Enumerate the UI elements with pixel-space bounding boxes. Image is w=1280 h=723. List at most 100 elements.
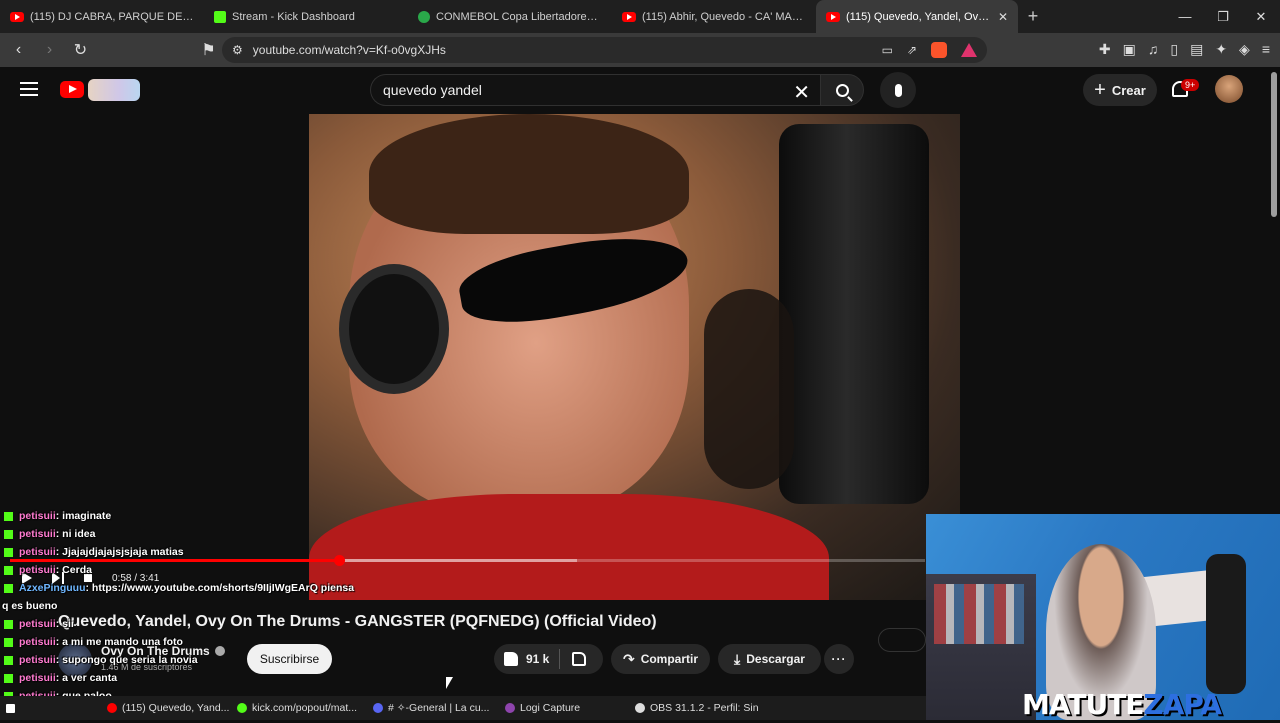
reload-icon[interactable]: ↻ xyxy=(68,40,93,60)
kick-badge-icon xyxy=(4,583,13,593)
voice-search-button[interactable] xyxy=(880,72,916,108)
chat-username: petisuii xyxy=(19,528,56,540)
url-field[interactable]: ⚙ youtube.com/watch?v=Kf-o0vgXJHs ▭ ⇗ xyxy=(222,37,987,63)
vpn-icon[interactable]: ◈ xyxy=(1239,41,1250,58)
close-tab-icon[interactable]: ✕ xyxy=(998,10,1008,24)
create-button[interactable]: + Crear xyxy=(1083,74,1157,106)
youtube-logo-icon[interactable] xyxy=(60,81,84,98)
video-frame-mic xyxy=(779,124,929,504)
wallet-icon[interactable]: ▣ xyxy=(1123,41,1136,58)
address-bar-row: ‹ › ↻ ⚑ ⚙ youtube.com/watch?v=Kf-o0vgXJH… xyxy=(0,33,1280,67)
app-icon xyxy=(373,703,383,713)
brave-shields-icon[interactable] xyxy=(931,42,947,58)
search-query-text: quevedo yandel xyxy=(383,82,482,98)
forward-icon[interactable]: › xyxy=(37,41,62,59)
share-page-icon[interactable]: ⇗ xyxy=(907,43,917,57)
share-label: Compartir xyxy=(640,652,699,666)
chat-text: : imaginate xyxy=(55,510,112,522)
more-icon: ··· xyxy=(831,652,847,666)
chat-text: : sii xyxy=(55,618,74,630)
taskbar-label: OBS 31.1.2 - Perfil: Sin... xyxy=(650,702,759,714)
new-tab-button[interactable]: + xyxy=(1018,6,1048,27)
chat-username: petisuii xyxy=(19,636,56,648)
search-input[interactable]: quevedo yandel ✕ xyxy=(370,74,820,106)
webcam-figures xyxy=(934,584,1024,644)
app-icon xyxy=(505,703,515,713)
chat-username: petisuii xyxy=(19,546,56,558)
video-frame-headphone xyxy=(339,264,449,394)
minimize-icon[interactable]: — xyxy=(1166,9,1204,24)
cast-icon[interactable]: ▭ xyxy=(882,43,893,57)
chat-message: petisuii : sii xyxy=(0,615,400,633)
taskbar-label: kick.com/popout/mat... xyxy=(252,702,358,714)
chat-username: petisuii xyxy=(19,510,56,522)
webcam-mic-arm xyxy=(1206,554,1246,694)
chat-username: AzxePinguuu xyxy=(19,582,86,594)
bookmark-icon[interactable]: ⚑ xyxy=(196,40,221,60)
dislike-button[interactable] xyxy=(572,652,586,666)
tab-label: Stream - Kick Dashboard xyxy=(232,10,355,23)
leo-icon[interactable]: ✦ xyxy=(1215,41,1227,58)
chat-message: petisuii : a ver canta xyxy=(0,669,400,687)
extensions-area: ✚ ▣ ♫ ▯ ▤ ✦ ◈ ≡ xyxy=(1099,41,1270,58)
site-info-icon[interactable]: ⚙ xyxy=(232,43,243,57)
download-button[interactable]: ⤓ Descargar xyxy=(718,644,821,674)
chat-message: petisuii : imaginate xyxy=(0,507,400,525)
youtube-doodle[interactable] xyxy=(88,79,140,101)
tab-label: (115) Abhir, Quevedo - CA' MANOLO xyxy=(642,10,806,23)
chat-text: : Cerda xyxy=(55,564,92,576)
hamburger-menu-icon[interactable] xyxy=(20,82,38,96)
plus-icon: + xyxy=(1094,78,1106,101)
taskbar-item[interactable]: kick.com/popout/mat... xyxy=(231,696,367,720)
kick-badge-icon xyxy=(4,637,13,647)
taskbar-item[interactable]: Logi Capture xyxy=(499,696,629,720)
youtube-icon xyxy=(826,11,840,22)
browser-tab[interactable]: (115) Abhir, Quevedo - CA' MANOLO xyxy=(612,0,816,33)
browser-tab[interactable]: CONMEBOL Copa Libertadores - POS xyxy=(408,0,612,33)
create-label: Crear xyxy=(1111,82,1146,98)
wallet2-icon[interactable]: ▤ xyxy=(1190,41,1203,58)
browser-tab[interactable]: (115) DJ CABRA, PARQUE DE ATRACC xyxy=(0,0,204,33)
video-player[interactable] xyxy=(309,114,960,600)
kick-badge-icon xyxy=(4,673,13,683)
chat-message: petisuii : Jjajajdjajajsjsjaja matias xyxy=(0,543,400,561)
chat-username: petisuii xyxy=(19,564,56,576)
chat-text: : https://www.youtube.com/shorts/9IIjIWg… xyxy=(85,582,355,594)
browser-tab[interactable]: Stream - Kick Dashboard xyxy=(204,0,408,33)
chat-message: petisuii : ni idea xyxy=(0,525,400,543)
app-icon xyxy=(635,703,645,713)
taskbar-item[interactable]: # ✧-General | La cu... xyxy=(367,696,499,720)
microphone-icon xyxy=(894,83,902,97)
taskbar-item[interactable]: (115) Quevedo, Yand... xyxy=(101,696,231,720)
chat-text: q es bueno xyxy=(2,600,58,612)
start-icon[interactable] xyxy=(0,696,21,720)
taskbar-label: Logi Capture xyxy=(520,702,581,714)
brave-rewards-icon[interactable] xyxy=(961,43,977,57)
download-label: Descargar xyxy=(746,652,805,666)
chat-text: : Jjajajdjajajsjsjaja matias xyxy=(55,546,184,558)
taskbar-item[interactable]: OBS 31.1.2 - Perfil: Sin... xyxy=(629,696,759,720)
browser-tab-active[interactable]: (115) Quevedo, Yandel, Ovy On T ✕ xyxy=(816,0,1018,33)
page-scrollbar[interactable] xyxy=(1271,72,1277,217)
mouse-cursor-icon xyxy=(446,677,453,689)
app-icon xyxy=(237,703,247,713)
chat-message: petisuii : Cerda xyxy=(0,561,400,579)
chat-message: petisuii : a mi me mando una foto xyxy=(0,633,400,651)
account-avatar[interactable] xyxy=(1215,75,1243,103)
chat-text: : ni idea xyxy=(55,528,96,540)
back-icon[interactable]: ‹ xyxy=(6,41,31,59)
more-actions-button[interactable]: ··· xyxy=(824,644,854,674)
menu-icon[interactable]: ≡ xyxy=(1262,41,1270,58)
sidebar-icon[interactable]: ▯ xyxy=(1170,41,1178,58)
chat-username: petisuii xyxy=(19,618,56,630)
chip-button[interactable] xyxy=(878,628,926,652)
clear-search-icon[interactable]: ✕ xyxy=(793,80,810,105)
close-window-icon[interactable]: ✕ xyxy=(1242,9,1280,25)
media-icon[interactable]: ♫ xyxy=(1148,41,1159,58)
maximize-icon[interactable]: ❐ xyxy=(1204,9,1242,25)
youtube-icon xyxy=(10,11,24,22)
extensions-icon[interactable]: ✚ xyxy=(1099,41,1111,58)
like-button[interactable]: 91 k xyxy=(494,649,560,669)
search-button[interactable] xyxy=(820,74,864,106)
share-button[interactable]: ↷ Compartir xyxy=(611,644,710,674)
